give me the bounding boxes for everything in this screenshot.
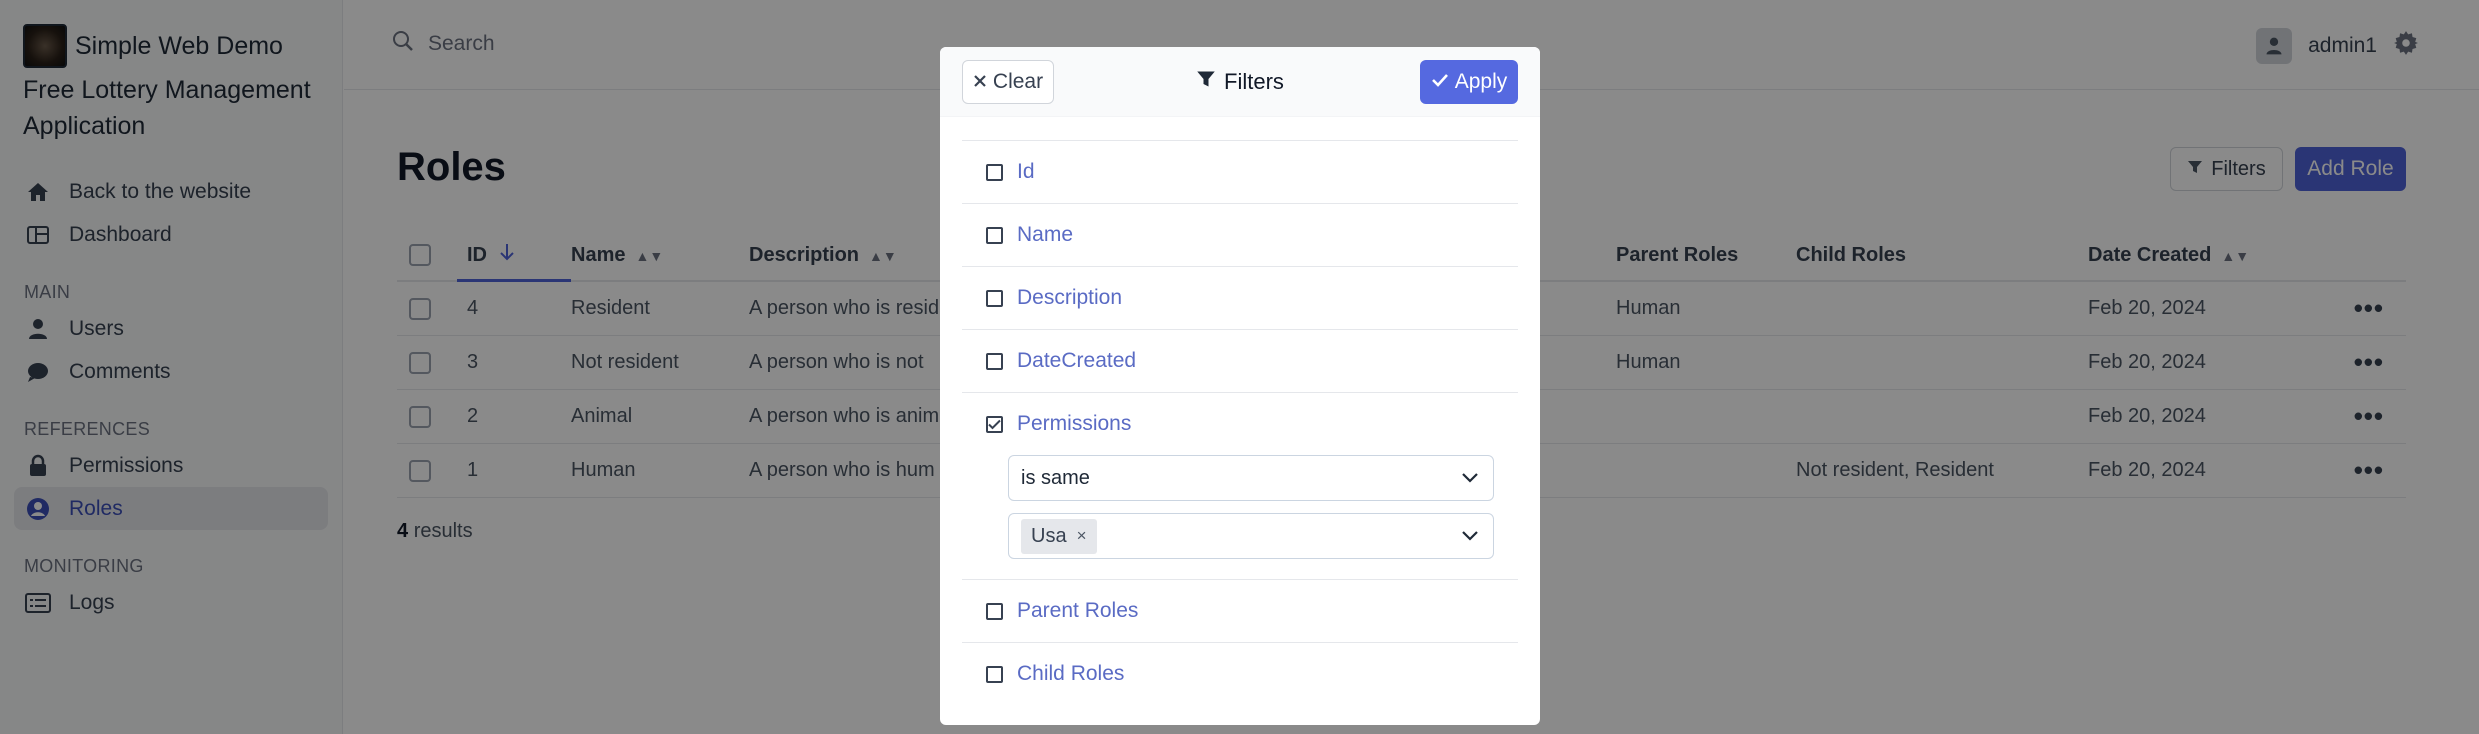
permissions-multiselect[interactable]: Usa × [1008,513,1494,559]
filter-checkbox[interactable] [986,289,1003,307]
operator-value: is same [1021,466,1090,489]
filter-label[interactable]: Parent Roles [1017,599,1138,623]
filter-label[interactable]: Child Roles [1017,662,1124,686]
filter-item-child-roles: Child Roles [962,643,1518,705]
tag-label: Usa [1031,524,1067,547]
filter-item-name: Name [962,204,1518,267]
filter-item-parent-roles: Parent Roles [962,580,1518,643]
check-icon [988,419,1001,429]
tag-remove-icon[interactable]: × [1077,526,1087,546]
filter-checkbox-checked[interactable] [986,415,1003,433]
filter-checkbox[interactable] [986,352,1003,370]
filter-checkbox[interactable] [986,665,1003,683]
filter-label[interactable]: DateCreated [1017,349,1136,373]
filter-label[interactable]: Description [1017,286,1122,310]
chevron-down-icon [1461,467,1479,490]
filter-toggle[interactable]: Description [986,267,1494,329]
filters-modal: Clear Filters Apply Id Name Description … [940,47,1540,725]
filter-label[interactable]: Id [1017,160,1035,184]
modal-header: Clear Filters Apply [940,47,1540,117]
filter-toggle[interactable]: Permissions [986,393,1494,455]
permissions-filter-controls: is same Usa × [986,455,1494,579]
filter-toggle[interactable]: DateCreated [986,330,1494,392]
filter-checkbox[interactable] [986,602,1003,620]
filter-label[interactable]: Permissions [1017,412,1131,436]
check-icon [1431,70,1449,94]
filter-checkbox[interactable] [986,163,1003,181]
filter-toggle[interactable]: Name [986,204,1494,266]
filter-label[interactable]: Name [1017,223,1073,247]
filter-item-id: Id [962,141,1518,204]
apply-button[interactable]: Apply [1420,60,1518,104]
filter-item-description: Description [962,267,1518,330]
filter-item-permissions: Permissions is same Usa × [962,393,1518,580]
filter-list: Id Name Description DateCreated Permissi… [962,140,1518,705]
chevron-down-icon [1461,525,1479,548]
selected-tag: Usa × [1021,518,1097,554]
filter-toggle[interactable]: Parent Roles [986,580,1494,642]
modal-title-label: Filters [1224,69,1284,94]
filter-toggle[interactable]: Id [986,141,1494,203]
filter-item-datecreated: DateCreated [962,330,1518,393]
apply-button-label: Apply [1454,70,1508,93]
operator-select[interactable]: is same [1008,455,1494,501]
filter-icon [1196,69,1216,95]
filter-toggle[interactable]: Child Roles [986,643,1494,705]
filter-checkbox[interactable] [986,226,1003,244]
